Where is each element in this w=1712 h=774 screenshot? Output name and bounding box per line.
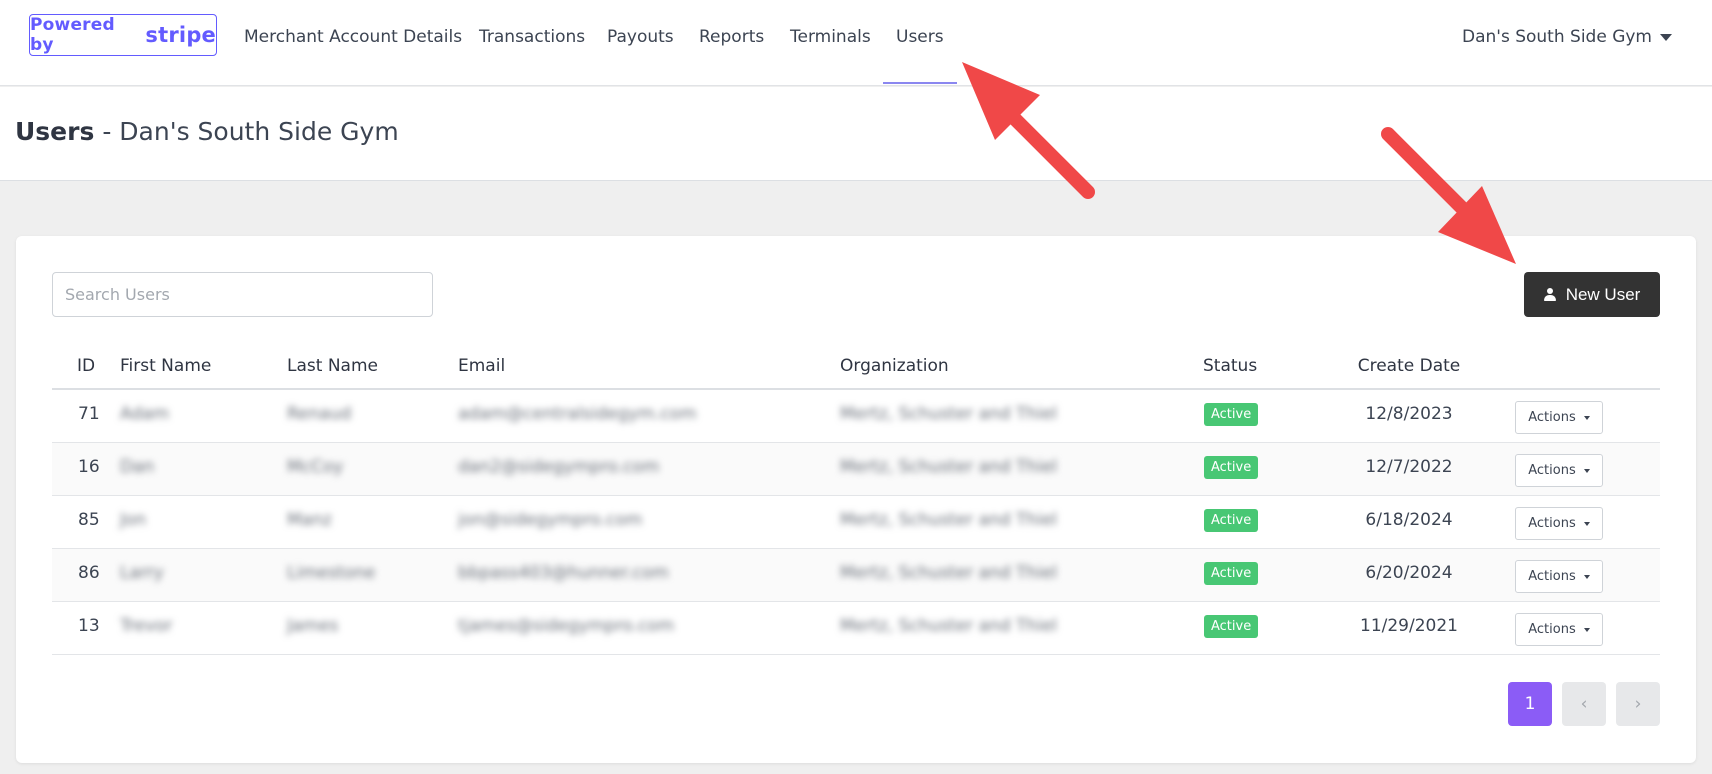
status-badge: Active: [1204, 562, 1259, 585]
table-row[interactable]: 71 Adam Renaud adam@centralsidegym.com M…: [52, 390, 1660, 443]
column-header-first-name[interactable]: First Name: [120, 356, 211, 376]
actions-dropdown[interactable]: Actions: [1515, 454, 1603, 487]
actions-dropdown[interactable]: Actions: [1515, 613, 1603, 646]
table-row[interactable]: 16 Dan McCoy dan2@sidegympro.com Mertz, …: [52, 443, 1660, 496]
actions-label: Actions: [1528, 622, 1576, 637]
page-title-subtitle: - Dan's South Side Gym: [102, 117, 399, 146]
pagination-page-1[interactable]: 1: [1508, 682, 1552, 726]
cell-first-name: Trevor: [120, 616, 173, 636]
cell-organization: Mertz, Schuster and Thiel: [840, 457, 1058, 477]
nav-payouts[interactable]: Payouts: [607, 27, 674, 47]
cell-last-name: Manz: [287, 510, 332, 530]
status-badge: Active: [1204, 403, 1259, 426]
actions-dropdown[interactable]: Actions: [1515, 560, 1603, 593]
table-row[interactable]: 13 Trevor James tjames@sidegympro.com Me…: [52, 602, 1660, 655]
cell-create-date: 12/7/2022: [1365, 457, 1453, 477]
status-badge: Active: [1204, 615, 1259, 638]
user-icon: [1543, 288, 1556, 301]
actions-label: Actions: [1528, 463, 1576, 478]
cell-organization: Mertz, Schuster and Thiel: [840, 616, 1058, 636]
caret-down-icon: [1660, 33, 1672, 41]
cell-email: jon@sidegympro.com: [458, 510, 643, 530]
new-user-label: New User: [1565, 284, 1641, 304]
search-input[interactable]: [52, 272, 433, 317]
actions-label: Actions: [1528, 569, 1576, 584]
table-header: ID First Name Last Name Email Organizati…: [52, 346, 1660, 390]
users-table: ID First Name Last Name Email Organizati…: [52, 346, 1660, 655]
cell-last-name: Renaud: [287, 404, 352, 424]
cell-email: bbpass403@hunner.com: [458, 563, 669, 583]
cell-id: 71: [78, 404, 100, 424]
actions-label: Actions: [1528, 410, 1576, 425]
chevron-left-icon: ‹: [1580, 694, 1588, 714]
stripe-logo: stripe: [145, 23, 216, 47]
cell-create-date: 12/8/2023: [1365, 404, 1453, 424]
caret-down-icon: [1583, 468, 1590, 473]
page-header: Users - Dan's South Side Gym: [0, 87, 1712, 181]
cell-first-name: Jon: [120, 510, 147, 530]
cell-last-name: Limestone: [287, 563, 376, 583]
cell-first-name: Adam: [120, 404, 170, 424]
nav-reports[interactable]: Reports: [699, 27, 764, 47]
cell-id: 86: [78, 563, 100, 583]
cell-email: adam@centralsidegym.com: [458, 404, 697, 424]
cell-last-name: McCoy: [287, 457, 344, 477]
column-header-organization[interactable]: Organization: [840, 356, 949, 376]
cell-first-name: Dan: [120, 457, 155, 477]
nav-merchant-account-details[interactable]: Merchant Account Details: [244, 27, 462, 47]
column-header-last-name[interactable]: Last Name: [287, 356, 378, 376]
cell-id: 16: [78, 457, 100, 477]
powered-by-stripe-badge[interactable]: Powered by stripe: [29, 14, 217, 56]
account-name: Dan's South Side Gym: [1462, 27, 1652, 47]
actions-dropdown[interactable]: Actions: [1515, 401, 1603, 434]
caret-down-icon: [1583, 521, 1590, 526]
cell-create-date: 6/20/2024: [1365, 563, 1453, 583]
cell-id: 13: [78, 616, 100, 636]
pagination-next-button[interactable]: ›: [1616, 682, 1660, 726]
top-nav: Powered by stripe Merchant Account Detai…: [0, 0, 1712, 86]
brand-prefix: Powered by: [30, 15, 115, 55]
cell-email: tjames@sidegympro.com: [458, 616, 675, 636]
account-menu[interactable]: Dan's South Side Gym: [1462, 27, 1672, 47]
pagination-prev-button[interactable]: ‹: [1562, 682, 1606, 726]
column-header-email[interactable]: Email: [458, 356, 505, 376]
caret-down-icon: [1583, 415, 1590, 420]
nav-users[interactable]: Users: [883, 27, 957, 84]
cell-first-name: Larry: [120, 563, 164, 583]
cell-create-date: 6/18/2024: [1365, 510, 1453, 530]
table-row[interactable]: 86 Larry Limestone bbpass403@hunner.com …: [52, 549, 1660, 602]
actions-label: Actions: [1528, 516, 1576, 531]
actions-dropdown[interactable]: Actions: [1515, 507, 1603, 540]
new-user-button[interactable]: New User: [1524, 272, 1660, 317]
nav-terminals[interactable]: Terminals: [790, 27, 871, 47]
cell-create-date: 11/29/2021: [1360, 616, 1458, 636]
cell-organization: Mertz, Schuster and Thiel: [840, 510, 1058, 530]
caret-down-icon: [1583, 627, 1590, 632]
chevron-right-icon: ›: [1634, 694, 1642, 714]
column-header-status[interactable]: Status: [1203, 356, 1257, 376]
cell-organization: Mertz, Schuster and Thiel: [840, 563, 1058, 583]
table-row[interactable]: 85 Jon Manz jon@sidegympro.com Mertz, Sc…: [52, 496, 1660, 549]
nav-transactions[interactable]: Transactions: [479, 27, 585, 47]
caret-down-icon: [1583, 574, 1590, 579]
column-header-id[interactable]: ID: [77, 356, 95, 376]
users-card: New User ID First Name Last Name Email O…: [16, 236, 1696, 763]
status-badge: Active: [1204, 456, 1259, 479]
cell-organization: Mertz, Schuster and Thiel: [840, 404, 1058, 424]
column-header-create-date[interactable]: Create Date: [1358, 356, 1461, 376]
cell-email: dan2@sidegympro.com: [458, 457, 660, 477]
page-title-main: Users: [15, 117, 95, 146]
page-title: Users - Dan's South Side Gym: [15, 117, 399, 146]
cell-id: 85: [78, 510, 100, 530]
status-badge: Active: [1204, 509, 1259, 532]
cell-last-name: James: [287, 616, 339, 636]
